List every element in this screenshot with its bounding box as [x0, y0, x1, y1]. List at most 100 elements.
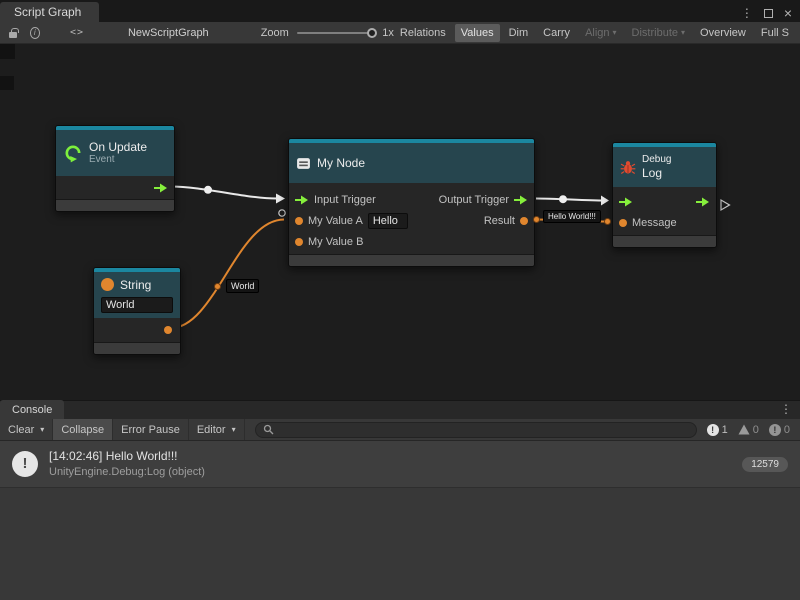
- my-value-a-field[interactable]: [368, 213, 408, 229]
- node-body: Message: [613, 187, 716, 235]
- info-icon[interactable]: i: [30, 27, 40, 39]
- window-controls: ⋮ ×: [741, 7, 800, 22]
- chevron-down-icon: ▾: [681, 28, 685, 37]
- flow-output-port[interactable]: [154, 183, 168, 193]
- node-my-node[interactable]: My Node Input Trigger Output Trigger: [288, 138, 535, 267]
- node-footer: [56, 199, 174, 211]
- node-title: Debug: [642, 154, 671, 166]
- port-label: Message: [632, 217, 677, 229]
- console-search[interactable]: [255, 422, 697, 438]
- collapse-button[interactable]: Collapse: [53, 419, 113, 440]
- full-screen-button[interactable]: Full S: [755, 24, 795, 42]
- warning-icon: [738, 424, 750, 435]
- node-on-update[interactable]: On Update Event: [55, 125, 175, 212]
- value-input-port[interactable]: [295, 238, 303, 246]
- distribute-button: Distribute ▾: [626, 24, 691, 42]
- error-pause-button[interactable]: Error Pause: [113, 419, 189, 440]
- log-stacktrace: UnityEngine.Debug:Log (object): [49, 465, 205, 480]
- zoom-slider[interactable]: [297, 32, 372, 34]
- port-row: Message: [613, 212, 716, 233]
- flow-input-port[interactable]: [295, 195, 309, 205]
- node-footer: [289, 254, 534, 266]
- flow-wire[interactable]: [170, 187, 277, 199]
- port-label: Input Trigger: [314, 194, 376, 206]
- dim-button[interactable]: Dim: [503, 24, 535, 42]
- info-log-icon: !: [707, 424, 719, 436]
- tab-script-graph-label: Script Graph: [14, 5, 81, 19]
- chevron-down-icon: ▾: [40, 425, 44, 434]
- zoom-label: Zoom: [261, 27, 289, 39]
- node-subtitle: Log: [642, 166, 671, 180]
- info-count-toggle[interactable]: ! 1: [707, 424, 728, 436]
- values-button[interactable]: Values: [455, 24, 500, 42]
- window-tab-bar: Script Graph ⋮ ×: [0, 0, 800, 22]
- value-wire[interactable]: [171, 220, 284, 329]
- warning-count-toggle[interactable]: 0: [738, 424, 759, 436]
- node-header[interactable]: String: [94, 272, 180, 318]
- kebab-menu-icon[interactable]: ⋮: [741, 7, 753, 19]
- node-string[interactable]: String: [93, 267, 181, 355]
- wire-value-label: Hello World!!!: [543, 210, 601, 223]
- tab-console[interactable]: Console: [0, 400, 64, 419]
- clear-label: Clear: [8, 424, 34, 436]
- string-value-field[interactable]: [101, 297, 173, 313]
- unit-icon: [296, 156, 311, 171]
- align-button: Align ▾: [579, 24, 622, 42]
- port-row: Input Trigger Output Trigger: [289, 189, 534, 210]
- value-output-port[interactable]: [520, 217, 528, 225]
- console-search-input[interactable]: [279, 424, 689, 436]
- flow-wire[interactable]: [536, 199, 605, 201]
- console-tab-bar: Console ⋮: [0, 400, 800, 419]
- flow-output-port[interactable]: [514, 195, 528, 205]
- wire-arrowhead: [601, 196, 609, 206]
- node-header[interactable]: Debug Log: [613, 147, 716, 187]
- collapse-count-badge: 12579: [742, 457, 788, 472]
- tab-script-graph[interactable]: Script Graph: [0, 2, 99, 22]
- overview-button[interactable]: Overview: [694, 24, 752, 42]
- value-input-port[interactable]: [295, 217, 303, 225]
- chevron-down-icon: ▾: [613, 28, 617, 37]
- port-row: [56, 176, 174, 199]
- wire-value-dot: [214, 283, 221, 290]
- wire-value-dot: [533, 216, 540, 223]
- bug-icon: [620, 160, 636, 175]
- node-footer: [613, 235, 716, 247]
- value-input-port[interactable]: [619, 219, 627, 227]
- code-icon[interactable]: <>: [70, 27, 84, 38]
- port-row: My Value A Result: [289, 210, 534, 231]
- distribute-label: Distribute: [632, 27, 678, 39]
- flow-input-port[interactable]: [619, 197, 633, 207]
- node-body: Input Trigger Output Trigger My Value A …: [289, 183, 534, 254]
- node-debug-log[interactable]: Debug Log Message: [612, 142, 717, 248]
- port-row: [94, 318, 180, 342]
- carry-button[interactable]: Carry: [537, 24, 576, 42]
- node-subtitle: Event: [89, 154, 147, 166]
- editor-label: Editor: [197, 424, 226, 436]
- node-header[interactable]: On Update Event: [56, 130, 174, 176]
- clear-button[interactable]: Clear ▾: [0, 419, 53, 440]
- error-count: 0: [784, 424, 790, 436]
- node-header[interactable]: My Node: [289, 143, 534, 183]
- port-label: My Value B: [308, 236, 363, 248]
- port-label: Output Trigger: [439, 194, 509, 206]
- graph-canvas[interactable]: On Update Event My Node: [0, 44, 800, 400]
- maximize-icon[interactable]: [764, 9, 773, 18]
- close-icon[interactable]: ×: [784, 7, 792, 19]
- log-entry-row[interactable]: ! [14:02:46] Hello World!!! UnityEngine.…: [0, 441, 800, 488]
- console-kebab-menu-icon[interactable]: ⋮: [780, 403, 800, 419]
- flow-output-port[interactable]: [696, 197, 710, 207]
- unconnected-port-circle[interactable]: [279, 210, 285, 216]
- graph-name: NewScriptGraph: [128, 27, 209, 39]
- lock-icon[interactable]: [9, 32, 17, 38]
- search-icon: [263, 424, 274, 435]
- relations-button[interactable]: Relations: [394, 24, 452, 42]
- console-counts: ! 1 0 ! 0: [707, 424, 800, 436]
- event-loop-icon: [63, 143, 83, 163]
- wire-dot: [204, 186, 212, 194]
- zoom-slider-handle[interactable]: [367, 28, 377, 38]
- log-info-icon: !: [12, 451, 38, 477]
- value-output-port[interactable]: [164, 326, 172, 334]
- error-count-toggle[interactable]: ! 0: [769, 424, 790, 436]
- editor-button[interactable]: Editor ▾: [189, 419, 245, 440]
- unconnected-flow-port[interactable]: [721, 200, 730, 210]
